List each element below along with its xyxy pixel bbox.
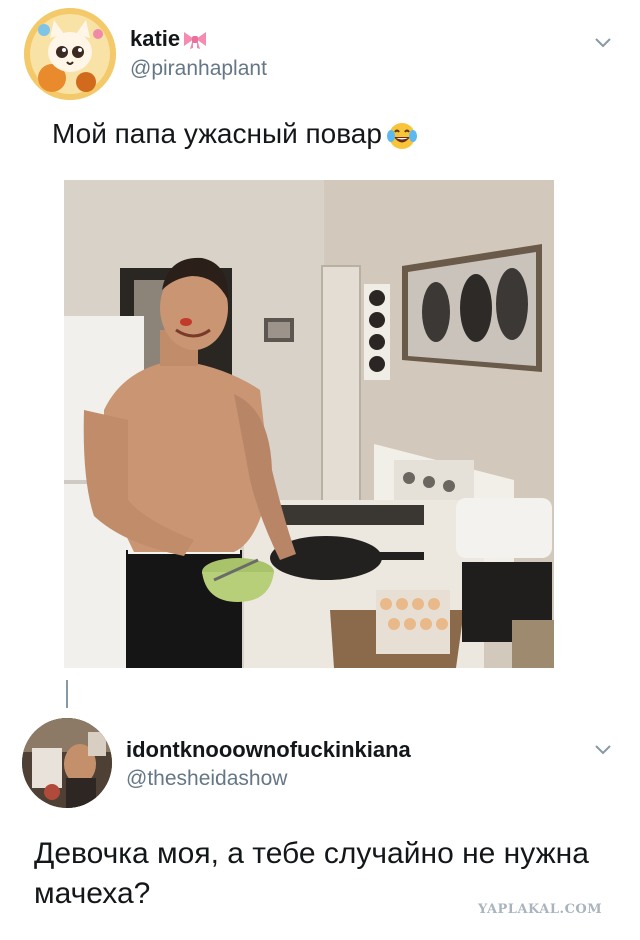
display-name-text: katie	[130, 26, 181, 51]
display-name[interactable]: katie	[130, 26, 208, 52]
chevron-down-icon[interactable]	[594, 743, 612, 755]
thread-line	[66, 680, 68, 708]
watermark: YAPLAKAL.COM	[478, 902, 603, 917]
pink-bow-emoji-icon	[184, 32, 207, 50]
tweet-text: Мой папа ужасный повар	[52, 116, 418, 152]
tweet-photo[interactable]	[64, 180, 554, 668]
avatar-katie[interactable]	[24, 8, 116, 100]
avatar-thesheidashow[interactable]	[22, 718, 112, 808]
tears-of-joy-emoji-icon	[386, 122, 417, 149]
user-handle[interactable]: @thesheidashow	[126, 767, 287, 791]
tweet-text-content: Мой папа ужасный повар	[52, 118, 382, 149]
chevron-down-icon[interactable]	[594, 36, 612, 48]
user-handle[interactable]: @piranhaplant	[130, 57, 267, 81]
display-name[interactable]: idontknooownofuckinkiana	[126, 737, 411, 763]
